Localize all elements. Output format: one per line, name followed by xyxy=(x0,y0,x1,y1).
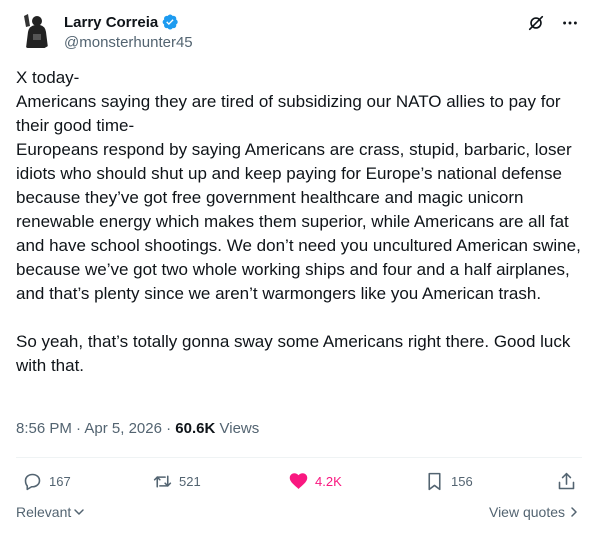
author-name[interactable]: Larry Correia xyxy=(64,14,158,31)
view-quotes-label: View quotes xyxy=(488,504,565,520)
replies-toolbar: Relevant View quotes xyxy=(16,504,582,524)
avatar-image xyxy=(16,10,56,50)
tweet-paragraph: X today- xyxy=(16,68,80,87)
tweet-date[interactable]: Apr 5, 2026 xyxy=(84,420,162,437)
grok-icon[interactable] xyxy=(526,13,546,33)
views-count: 60.6K xyxy=(175,420,216,437)
more-options-icon[interactable] xyxy=(560,13,580,33)
sort-label: Relevant xyxy=(16,504,72,520)
bookmark-button[interactable]: 156 xyxy=(424,471,473,492)
author-handle[interactable]: @monsterhunter45 xyxy=(64,34,193,51)
view-quotes-link[interactable]: View quotes xyxy=(489,504,580,520)
divider xyxy=(16,457,582,458)
avatar[interactable] xyxy=(16,10,56,50)
share-button[interactable] xyxy=(556,471,577,492)
author-block: Larry Correia @monsterhunter45 xyxy=(64,12,193,52)
like-button[interactable]: 4.2K xyxy=(288,471,342,492)
bookmark-icon xyxy=(428,472,441,490)
chevron-down-icon xyxy=(74,509,85,515)
tweet-time[interactable]: 8:56 PM xyxy=(16,420,72,437)
repost-count: 521 xyxy=(179,473,201,489)
repost-button[interactable]: 521 xyxy=(152,471,201,492)
views-label: Views xyxy=(219,420,260,437)
bookmark-count: 156 xyxy=(451,473,473,489)
tweet-text: X today- Americans saying they are tired… xyxy=(16,66,582,378)
tweet-paragraph: Europeans respond by saying Americans ar… xyxy=(16,140,581,303)
reply-icon xyxy=(24,473,41,490)
like-count: 4.2K xyxy=(315,473,342,489)
reply-button[interactable]: 167 xyxy=(22,471,71,492)
reply-count: 167 xyxy=(49,473,71,489)
share-icon xyxy=(558,472,575,489)
verified-badge-icon[interactable] xyxy=(161,13,179,31)
meta-separator: · xyxy=(161,420,176,437)
tweet-paragraph: Americans saying they are tired of subsi… xyxy=(16,92,561,135)
heart-icon xyxy=(289,472,308,489)
tweet-meta: 8:56 PM · Apr 5, 2026 · 60.6K Views xyxy=(16,420,259,437)
chevron-right-icon xyxy=(571,507,577,517)
repost-icon xyxy=(153,474,172,488)
sort-dropdown[interactable]: Relevant xyxy=(16,504,85,520)
top-actions xyxy=(526,13,580,33)
meta-separator: · xyxy=(71,420,85,437)
action-bar: 167 521 4.2K 156 xyxy=(16,470,582,492)
tweet-paragraph: So yeah, that’s totally gonna sway some … xyxy=(16,332,571,375)
